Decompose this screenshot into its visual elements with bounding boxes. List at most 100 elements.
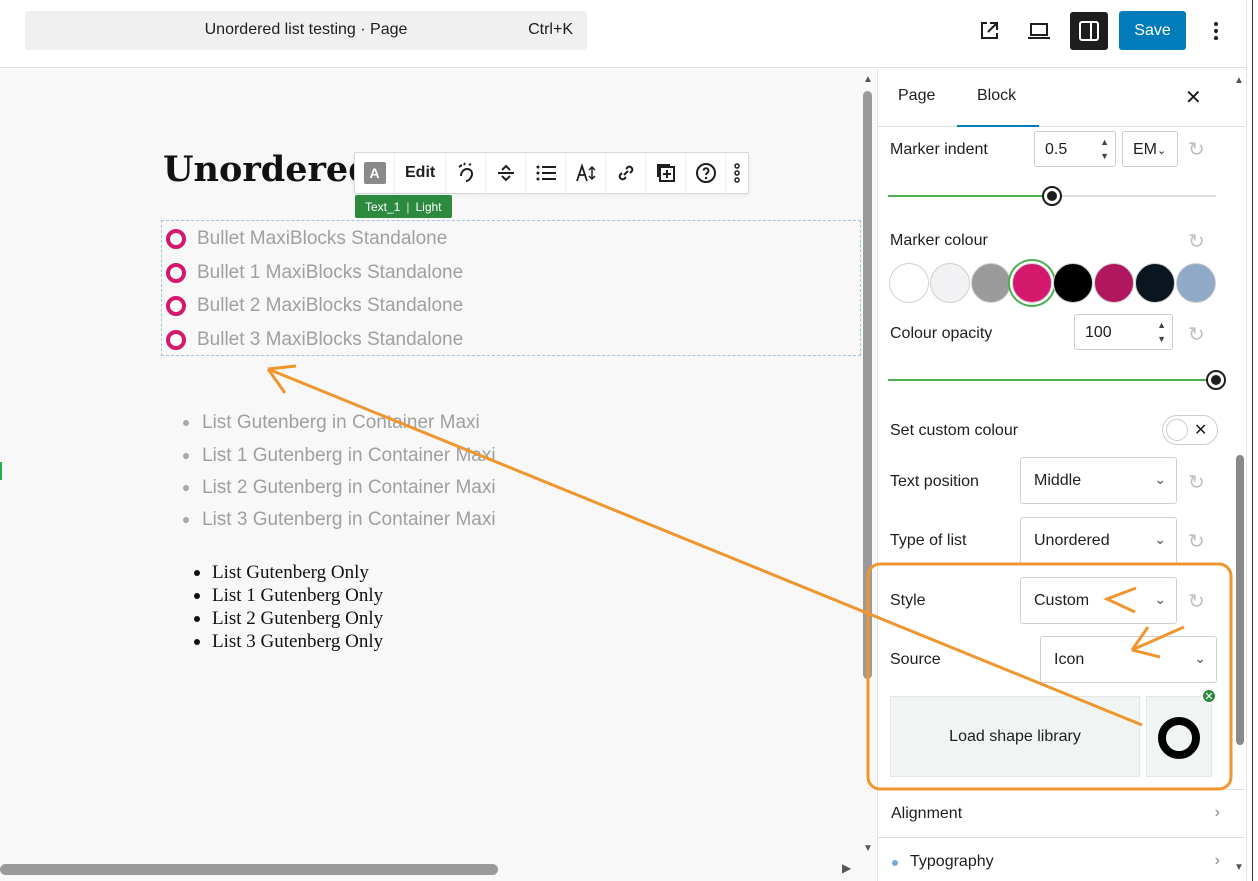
- sidebar-scroll-down-icon[interactable]: ▼: [1234, 862, 1244, 873]
- settings-sidebar: Page Block ✕ Marker indent 0.5 ▲ ▼ EM⌄ ↻ …: [877, 69, 1245, 881]
- alignment-icon[interactable]: [486, 153, 527, 193]
- reset-icon[interactable]: ↻: [1188, 137, 1205, 162]
- block-name: Text_1: [365, 199, 401, 214]
- canvas-vertical-scrollbar[interactable]: [863, 91, 872, 679]
- custom-colour-label: Set custom colour: [890, 422, 1019, 439]
- list-item-text: List Gutenberg in Container Maxi: [202, 412, 480, 433]
- font-size-icon[interactable]: [566, 153, 607, 193]
- copy-add-icon[interactable]: [646, 153, 687, 193]
- chevron-down-icon: ⌄: [1154, 531, 1166, 547]
- sidebar-scrollbar[interactable]: [1236, 455, 1244, 745]
- selected-shape-preview[interactable]: [1146, 696, 1212, 777]
- colour-swatch[interactable]: [930, 263, 970, 303]
- marker-indent-slider-handle[interactable]: [1042, 186, 1062, 206]
- text-position-value: Middle: [1034, 472, 1082, 489]
- colour-swatch[interactable]: [971, 263, 1011, 303]
- reset-icon[interactable]: ↻: [1188, 589, 1205, 614]
- chevron-down-icon: ⌄: [1154, 591, 1166, 607]
- device-preview-icon[interactable]: [1020, 12, 1058, 50]
- link-icon[interactable]: [606, 153, 647, 193]
- block-name-tag: Text_1 | Light: [355, 195, 452, 218]
- list-item-text: Bullet 3 MaxiBlocks Standalone: [197, 329, 464, 350]
- colour-opacity-label: Colour opacity: [890, 325, 993, 342]
- bullet-icon: [194, 638, 200, 645]
- bullet-icon: [183, 517, 189, 523]
- custom-colour-toggle[interactable]: ✕: [1162, 415, 1218, 445]
- colour-swatch[interactable]: [1053, 263, 1093, 303]
- tab-block[interactable]: Block: [977, 87, 1016, 105]
- unit-value: EM: [1133, 141, 1157, 158]
- source-label: Source: [890, 651, 941, 668]
- canvas-horizontal-scrollbar[interactable]: [0, 864, 498, 875]
- reset-icon[interactable]: ↻: [1188, 470, 1205, 495]
- spinner-icon[interactable]: ▲ ▼: [1100, 135, 1109, 163]
- chevron-down-icon: ⌄: [1154, 471, 1166, 487]
- window-edge: [1246, 0, 1258, 881]
- scroll-right-arrow-icon[interactable]: ▶: [842, 861, 851, 875]
- type-of-list-select[interactable]: Unordered ⌄: [1020, 517, 1177, 564]
- toggle-off-icon: ✕: [1194, 422, 1208, 439]
- close-icon[interactable]: ✕: [1185, 85, 1202, 110]
- colour-swatch[interactable]: [1094, 263, 1134, 303]
- block-style: Light: [415, 199, 442, 214]
- ring-shape-icon: [1158, 717, 1200, 759]
- command-shortcut: Ctrl+K: [528, 21, 573, 38]
- scroll-up-arrow-icon[interactable]: ▲: [862, 75, 874, 85]
- scroll-down-arrow-icon[interactable]: ▼: [862, 844, 874, 854]
- command-palette-button[interactable]: Unordered list testing · Page Ctrl+K: [25, 11, 587, 50]
- style-label: Style: [890, 592, 926, 609]
- editor-topbar: Unordered list testing · Page Ctrl+K Sav…: [0, 0, 1258, 68]
- settings-sidebar-toggle-icon[interactable]: [1070, 12, 1108, 50]
- load-shape-library-button[interactable]: Load shape library: [890, 696, 1140, 777]
- page-heading[interactable]: Unordered: [163, 149, 373, 190]
- help-icon[interactable]: [686, 153, 727, 193]
- colour-swatch[interactable]: [889, 263, 929, 303]
- edit-button[interactable]: Edit: [395, 153, 447, 193]
- more-options-icon[interactable]: [726, 153, 748, 193]
- list-icon[interactable]: [526, 153, 567, 193]
- marker-colour-label: Marker colour: [890, 232, 988, 249]
- bullet-icon: [183, 485, 189, 491]
- chevron-right-icon: ›: [1214, 804, 1220, 821]
- style-value: Custom: [1034, 592, 1090, 609]
- panel-alignment[interactable]: Alignment ›: [878, 789, 1245, 837]
- sidebar-scroll-up-icon[interactable]: ▲: [1234, 75, 1244, 86]
- reset-icon[interactable]: ↻: [1188, 529, 1205, 554]
- marker-indent-unit-select[interactable]: EM⌄: [1122, 131, 1178, 167]
- text-style-button[interactable]: A: [355, 153, 395, 193]
- maxi-list-block[interactable]: Bullet MaxiBlocks Standalone Bullet 1 Ma…: [161, 220, 861, 356]
- source-select[interactable]: Icon ⌄: [1040, 636, 1217, 683]
- list-item-text: Bullet 1 MaxiBlocks Standalone: [197, 262, 464, 283]
- colour-swatch[interactable]: [1135, 263, 1175, 303]
- panel-typography[interactable]: Typography ›: [878, 837, 1245, 881]
- save-button[interactable]: Save: [1119, 11, 1186, 50]
- reset-icon[interactable]: ↻: [1188, 322, 1205, 347]
- view-page-external-icon[interactable]: [970, 12, 1008, 50]
- ring-marker-icon: [166, 296, 186, 316]
- bullet-icon: [194, 569, 200, 576]
- tab-page[interactable]: Page: [898, 87, 935, 105]
- command-title: Unordered list testing · Page: [204, 21, 408, 38]
- reset-icon[interactable]: ↻: [1188, 229, 1205, 254]
- marker-indent-label: Marker indent: [890, 141, 988, 158]
- text-position-select[interactable]: Middle ⌄: [1020, 457, 1177, 504]
- source-value: Icon: [1054, 651, 1085, 668]
- opacity-slider-fill: [888, 379, 1216, 381]
- ring-marker-icon: [166, 263, 186, 283]
- toggle-knob: [1166, 419, 1188, 441]
- remove-shape-icon[interactable]: ✕: [1201, 688, 1217, 704]
- style-select[interactable]: Custom ⌄: [1020, 577, 1177, 624]
- colour-swatch[interactable]: [1176, 263, 1216, 303]
- list-item-text: List 1 Gutenberg in Container Maxi: [202, 445, 496, 466]
- spinner-icon[interactable]: ▲ ▼: [1157, 318, 1166, 346]
- gesture-icon[interactable]: [446, 153, 487, 193]
- block-toolbar: A Edit: [354, 152, 750, 194]
- opacity-slider-handle[interactable]: [1206, 370, 1226, 390]
- colour-swatch[interactable]: [1012, 263, 1052, 303]
- colour-opacity-input[interactable]: 100 ▲ ▼: [1074, 314, 1173, 350]
- list-item-text: List 2 Gutenberg in Container Maxi: [202, 477, 496, 498]
- bullet-icon: [183, 453, 189, 459]
- options-menu-icon[interactable]: [1197, 12, 1235, 50]
- marker-indent-input[interactable]: 0.5 ▲ ▼: [1034, 131, 1116, 167]
- active-tab-indicator: [957, 125, 1039, 127]
